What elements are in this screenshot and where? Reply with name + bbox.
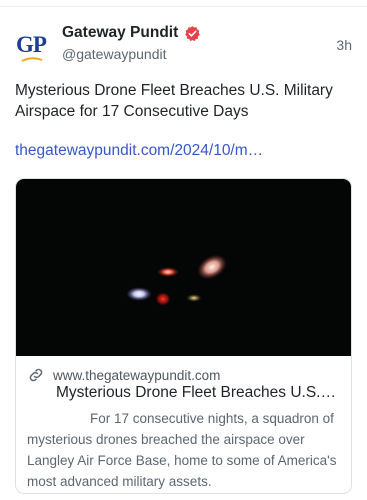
verified-badge-icon <box>185 25 201 41</box>
avatar[interactable]: GP <box>11 30 51 64</box>
card-image[interactable] <box>16 179 351 356</box>
avatar-swoosh-icon <box>21 57 43 62</box>
post-text: Mysterious Drone Fleet Breaches U.S. Mil… <box>15 82 333 120</box>
post-timestamp[interactable]: 3h <box>336 37 352 53</box>
card-domain-row: www.thegatewaypundit.com <box>27 366 220 384</box>
card-domain: www.thegatewaypundit.com <box>53 367 221 383</box>
author-name[interactable]: Gateway Pundit <box>62 24 178 42</box>
card-body: www.thegatewaypundit.com Mysterious Dron… <box>16 356 351 493</box>
link-preview-card[interactable]: www.thegatewaypundit.com Mysterious Dron… <box>15 178 352 494</box>
post-card[interactable]: GP Gateway Pundit @gatewaypundit 3h Myst… <box>0 0 367 500</box>
divider <box>0 6 367 7</box>
drone-lights-image <box>126 254 227 306</box>
card-description: For 17 consecutive nights, a squadron of… <box>27 411 337 489</box>
author-row: Gateway Pundit <box>62 24 201 42</box>
author-handle[interactable]: @gatewaypundit <box>62 46 167 62</box>
avatar-text: GP <box>16 32 47 57</box>
post-link[interactable]: thegatewaypundit.com/2024/10/m… <box>15 142 263 160</box>
card-title[interactable]: Mysterious Drone Fleet Breaches U.S.… <box>56 384 346 402</box>
link-chain-icon <box>29 368 43 382</box>
